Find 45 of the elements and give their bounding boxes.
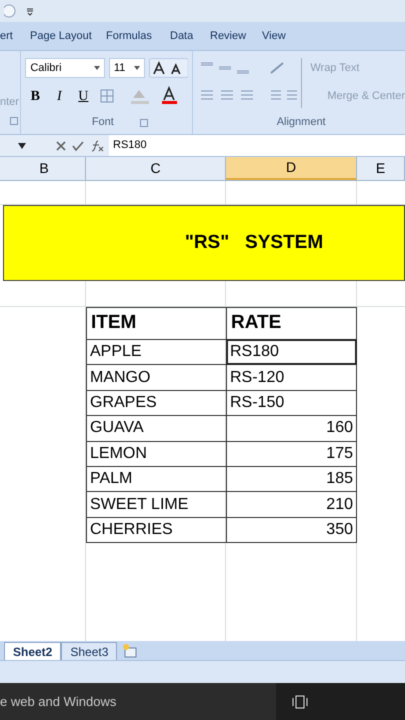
table-cell-text: 175 — [325, 444, 354, 464]
formula-field[interactable]: RS180 — [113, 137, 147, 154]
sheet-tab[interactable]: Sheet2 — [4, 642, 62, 660]
font-size-field[interactable]: 11 — [108, 58, 145, 78]
table-cell: SWEET LIME — [87, 492, 227, 517]
ribbon-tab[interactable]: ert — [0, 22, 30, 50]
table-cell: MANGO — [87, 365, 227, 390]
table-cell: LEMON — [87, 442, 227, 466]
underline-button[interactable]: U — [73, 86, 94, 106]
task-view-icon[interactable] — [291, 694, 309, 708]
italic-button[interactable]: I — [49, 86, 70, 106]
insert-sheet-icon[interactable] — [121, 643, 140, 659]
ribbon-tab[interactable]: View — [262, 22, 302, 50]
group-label: Font — [92, 115, 114, 130]
ribbon-tab[interactable]: Formulas — [106, 22, 170, 50]
column-header[interactable]: E — [357, 157, 405, 180]
table-cell-text: 350 — [325, 520, 354, 540]
table-cell-text: RS-150 — [229, 392, 286, 413]
grow-font-icon[interactable] — [148, 58, 188, 78]
table-cell-text: 185 — [325, 469, 354, 490]
cancel-icon[interactable] — [56, 140, 66, 150]
function-icon[interactable] — [90, 140, 104, 152]
table-cell-text: 210 — [325, 494, 354, 515]
ribbon-tab[interactable]: Review — [210, 22, 262, 50]
column-header[interactable]: B — [3, 157, 86, 180]
customize-icon[interactable] — [26, 6, 34, 16]
bold-button[interactable]: B — [25, 86, 46, 106]
table-cell[interactable]: RS180 — [227, 340, 356, 364]
table-cell: CHERRIES — [87, 518, 227, 542]
sheet-tab[interactable]: Sheet3 — [61, 642, 118, 660]
font-name-field[interactable]: Calibri — [25, 58, 105, 78]
check-icon[interactable] — [72, 140, 84, 150]
table-header: ITEM — [87, 308, 227, 339]
table-cell: GRAPES — [87, 390, 227, 416]
table-header: RATE — [230, 311, 282, 336]
column-header[interactable]: D — [226, 157, 357, 180]
table-cell: APPLE — [87, 340, 227, 364]
table-cell: PALM — [87, 466, 227, 492]
ribbon-tab[interactable]: Data — [170, 22, 210, 50]
group-label: Alignment — [276, 115, 326, 130]
title-text: "RS" SYSTEM — [184, 230, 324, 255]
table-cell-text: RS-120 — [229, 368, 286, 388]
table-cell-text: 160 — [325, 418, 354, 438]
table-cell: GUAVA — [87, 416, 227, 441]
ribbon-tab[interactable]: Page Layout — [30, 22, 106, 50]
